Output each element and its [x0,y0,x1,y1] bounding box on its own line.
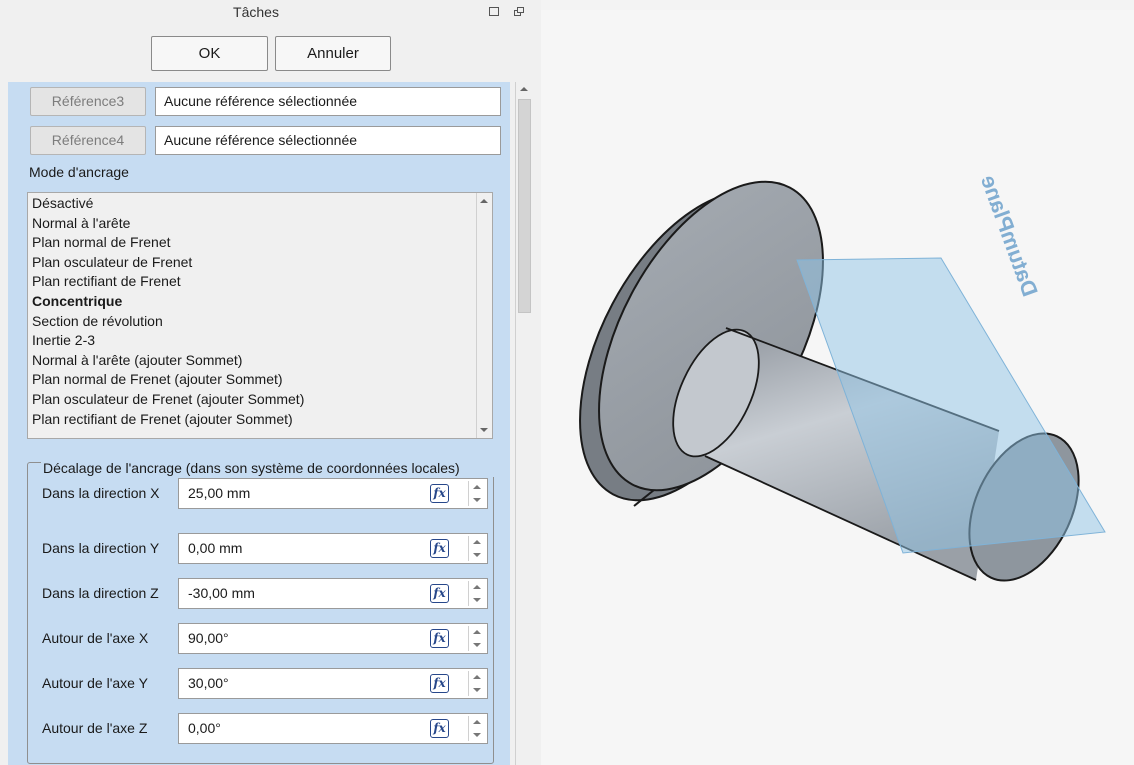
scroll-up-icon[interactable] [520,87,528,91]
datum-plane-label: DatumPlane [976,172,1043,300]
offset-value-y: 0,00 mm [188,540,243,556]
ok-button[interactable]: OK [151,36,268,71]
reference3-field[interactable]: Aucune référence sélectionnée [155,87,501,116]
spin-down-icon[interactable] [473,688,481,692]
offset-input-z[interactable]: -30,00 mm fx [178,578,488,609]
offset-row-x: Dans la direction X 25,00 mm fx [30,478,488,509]
spinbox-arrows[interactable] [468,626,485,651]
offset-row-z: Dans la direction Z -30,00 mm fx [30,578,488,609]
3d-model: DatumPlane [579,172,1106,582]
mode-item-inertie[interactable]: Inertie 2-3 [32,331,492,351]
offset-label-rot-y: Autour de l'axe Y [42,675,148,691]
reference4-field[interactable]: Aucune référence sélectionnée [155,126,501,155]
offset-row-rot-x: Autour de l'axe X 90,00° fx [30,623,488,654]
spin-up-icon[interactable] [473,675,481,679]
panel-scroll-thumb[interactable] [518,99,531,313]
spinbox-arrows[interactable] [468,536,485,561]
3d-viewport[interactable]: DatumPlane [541,10,1134,765]
offset-value-rot-x: 90,00° [188,630,229,646]
spin-up-icon[interactable] [473,720,481,724]
offset-input-y[interactable]: 0,00 mm fx [178,533,488,564]
float-window-icon[interactable] [489,7,499,16]
spinbox-arrows[interactable] [468,581,485,606]
spin-down-icon[interactable] [473,553,481,557]
cancel-button[interactable]: Annuler [275,36,391,71]
scroll-up-icon[interactable] [480,199,488,203]
attachment-mode-list[interactable]: Désactivé Normal à l'arête Plan normal d… [27,192,493,439]
offset-label-rot-z: Autour de l'axe Z [42,720,148,736]
mode-item-plan-osculateur-frenet[interactable]: Plan osculateur de Frenet [32,253,492,273]
mode-list-scrollbar[interactable] [476,193,492,438]
offset-label-x: Dans la direction X [42,485,160,501]
spin-down-icon[interactable] [473,598,481,602]
offset-row-rot-y: Autour de l'axe Y 30,00° fx [30,668,488,699]
task-panel: Tâches OK Annuler Référence3 Aucune réfé… [0,0,541,765]
mode-item-plan-normal-frenet[interactable]: Plan normal de Frenet [32,233,492,253]
reference4-button[interactable]: Référence4 [30,126,146,155]
mode-item-normal-arete[interactable]: Normal à l'arête [32,214,492,234]
offset-row-rot-z: Autour de l'axe Z 0,00° fx [30,713,488,744]
scroll-down-icon[interactable] [480,428,488,432]
offset-input-rot-z[interactable]: 0,00° fx [178,713,488,744]
offset-input-rot-x[interactable]: 90,00° fx [178,623,488,654]
offset-label-z: Dans la direction Z [42,585,159,601]
mode-item-plan-osculateur-frenet-sommet[interactable]: Plan osculateur de Frenet (ajouter Somme… [32,390,492,410]
spin-up-icon[interactable] [473,585,481,589]
fx-icon[interactable]: fx [430,484,449,503]
fx-icon[interactable]: fx [430,674,449,693]
offset-input-rot-y[interactable]: 30,00° fx [178,668,488,699]
spinbox-arrows[interactable] [468,671,485,696]
attachment-editor: Référence3 Aucune référence sélectionnée… [8,82,510,765]
reference3-button[interactable]: Référence3 [30,87,146,116]
panel-scrollbar[interactable] [515,82,533,765]
mode-item-plan-normal-frenet-sommet[interactable]: Plan normal de Frenet (ajouter Sommet) [32,370,492,390]
fx-icon[interactable]: fx [430,719,449,738]
mode-item-plan-rectifiant-frenet-sommet[interactable]: Plan rectifiant de Frenet (ajouter Somme… [32,410,492,430]
spin-up-icon[interactable] [473,485,481,489]
mode-item-section-revolution[interactable]: Section de révolution [32,312,492,332]
attachment-mode-label: Mode d'ancrage [29,164,129,180]
fx-icon[interactable]: fx [430,629,449,648]
offset-value-rot-z: 0,00° [188,720,221,736]
offset-input-x[interactable]: 25,00 mm fx [178,478,488,509]
offset-row-y: Dans la direction Y 0,00 mm fx [30,533,488,564]
offset-value-x: 25,00 mm [188,485,251,501]
offset-value-rot-y: 30,00° [188,675,229,691]
offset-label-rot-x: Autour de l'axe X [42,630,149,646]
attachment-offset-title: Décalage de l'ancrage (dans son système … [41,459,500,477]
panel-title: Tâches [233,4,279,20]
mode-item-desactive[interactable]: Désactivé [32,194,492,214]
mode-item-normal-arete-sommet[interactable]: Normal à l'arête (ajouter Sommet) [32,351,492,371]
spinbox-arrows[interactable] [468,716,485,741]
spin-down-icon[interactable] [473,643,481,647]
mode-list-scroll-thumb[interactable] [478,211,491,415]
mode-item-plan-rectifiant-frenet[interactable]: Plan rectifiant de Frenet [32,272,492,292]
spin-up-icon[interactable] [473,540,481,544]
mode-item-concentrique[interactable]: Concentrique [32,292,492,312]
spinbox-arrows[interactable] [468,481,485,506]
spin-down-icon[interactable] [473,498,481,502]
undock-window-icon[interactable] [514,7,524,16]
fx-icon[interactable]: fx [430,584,449,603]
fx-icon[interactable]: fx [430,539,449,558]
offset-label-y: Dans la direction Y [42,540,160,556]
offset-value-z: -30,00 mm [188,585,255,601]
spin-down-icon[interactable] [473,733,481,737]
spin-up-icon[interactable] [473,630,481,634]
